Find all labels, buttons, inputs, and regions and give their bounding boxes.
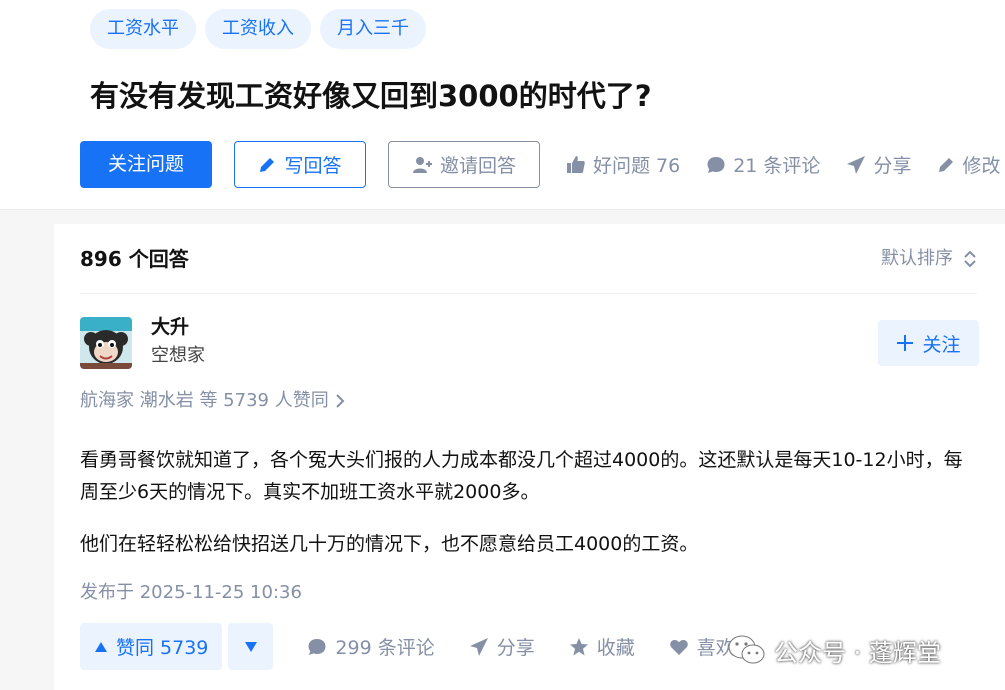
triangle-down-icon <box>244 641 257 652</box>
question-share-button[interactable]: 分享 <box>846 151 911 178</box>
triangle-up-icon <box>95 641 107 652</box>
vote-down-button[interactable] <box>228 623 274 670</box>
sort-chevron-icon <box>964 250 976 268</box>
topic-tags: 工资水平 工资收入 月入三千 <box>90 9 426 49</box>
follow-author-label: 关注 <box>922 333 961 356</box>
plus-icon <box>897 335 914 351</box>
sort-label: 默认排序 <box>881 248 953 269</box>
answer-share-button[interactable]: 分享 <box>469 633 535 660</box>
wechat-icon <box>728 635 765 664</box>
question-header: 工资水平 工资收入 月入三千 有没有发现工资好像又回到3000的时代了? 关注问… <box>0 0 1005 210</box>
avatar-image-icon <box>80 317 132 369</box>
edit-question-button[interactable]: 修改 <box>937 151 1000 178</box>
pencil-icon <box>260 157 275 172</box>
collect-label: 收藏 <box>596 637 635 659</box>
voters-label: 航海家 潮水岩 等 5739 人赞同 <box>80 390 329 411</box>
question-share-label: 分享 <box>873 155 912 177</box>
vote-up-button[interactable]: 赞同 5739 <box>80 623 223 670</box>
comment-icon <box>308 638 326 655</box>
comment-icon <box>707 156 725 173</box>
topic-tag[interactable]: 工资水平 <box>90 9 196 49</box>
topic-tag[interactable]: 工资收入 <box>205 9 311 49</box>
paper-plane-icon <box>469 637 488 656</box>
follow-question-button[interactable]: 关注问题 <box>80 141 212 188</box>
topic-tag[interactable]: 月入三千 <box>320 9 426 49</box>
like-button[interactable]: 喜欢 <box>669 633 735 660</box>
publish-time[interactable]: 发布于 2025-11-25 10:36 <box>80 580 302 606</box>
question-title[interactable]: 有没有发现工资好像又回到3000的时代了? <box>90 75 652 117</box>
good-question-button[interactable]: 好问题 76 <box>566 151 680 178</box>
answer-comments-label: 299 条评论 <box>335 637 435 659</box>
question-comments-button[interactable]: 21 条评论 <box>706 151 820 178</box>
chevron-right-icon <box>335 394 345 408</box>
write-answer-button[interactable]: 写回答 <box>234 141 366 188</box>
vote-up-label: 赞同 5739 <box>116 637 209 659</box>
answer-count: 896 个回答 <box>80 247 189 271</box>
watermark-text: 公众号 · 蓬辉堂 <box>774 638 941 667</box>
answer-paragraph: 他们在轻轻松松给快招送几十万的情况下，也不愿意给员工4000的工资。 <box>80 533 699 555</box>
heart-icon <box>669 639 688 655</box>
question-actions: 关注问题 写回答 邀请回答 好问题 76 21 条评论 分享 修改 <box>80 141 1000 188</box>
star-icon <box>569 637 588 655</box>
thumbs-up-icon <box>567 155 585 173</box>
answer-content: 看勇哥餐饮就知道了，各个冤大头们报的人力成本都没几个超过4000的。这还默认是每… <box>80 444 980 580</box>
collect-button[interactable]: 收藏 <box>569 633 635 660</box>
answer-share-label: 分享 <box>496 637 535 659</box>
paper-plane-icon <box>847 155 866 174</box>
write-answer-label: 写回答 <box>284 155 342 177</box>
invite-answer-button[interactable]: 邀请回答 <box>388 141 540 188</box>
answer-comments-button[interactable]: 299 条评论 <box>307 633 435 660</box>
voters-summary[interactable]: 航海家 潮水岩 等 5739 人赞同 <box>80 388 345 414</box>
author-name[interactable]: 大升 <box>151 314 189 341</box>
sort-dropdown[interactable]: 默认排序 <box>881 246 977 272</box>
follow-author-button[interactable]: 关注 <box>878 320 979 366</box>
pencil-icon <box>939 157 954 172</box>
good-question-label: 好问题 76 <box>593 155 681 177</box>
author-bio: 空想家 <box>151 345 205 366</box>
watermark: 公众号 · 蓬辉堂 <box>728 630 941 670</box>
edit-question-label: 修改 <box>962 155 1001 177</box>
answer-paragraph: 看勇哥餐饮就知道了，各个冤大头们报的人力成本都没几个超过4000的。这还默认是每… <box>80 449 963 503</box>
answer-actions: 赞同 5739 299 条评论 分享 收藏 喜欢 <box>80 623 735 670</box>
question-comments-label: 21 条评论 <box>733 155 821 177</box>
answer-card: 896 个回答 默认排序 大升 空想家 关注 航海家 潮水岩 等 5739 人赞… <box>54 224 1005 690</box>
avatar[interactable] <box>80 317 132 369</box>
answers-header: 896 个回答 默认排序 <box>80 224 977 294</box>
add-user-icon <box>412 156 432 173</box>
invite-answer-label: 邀请回答 <box>439 155 516 177</box>
